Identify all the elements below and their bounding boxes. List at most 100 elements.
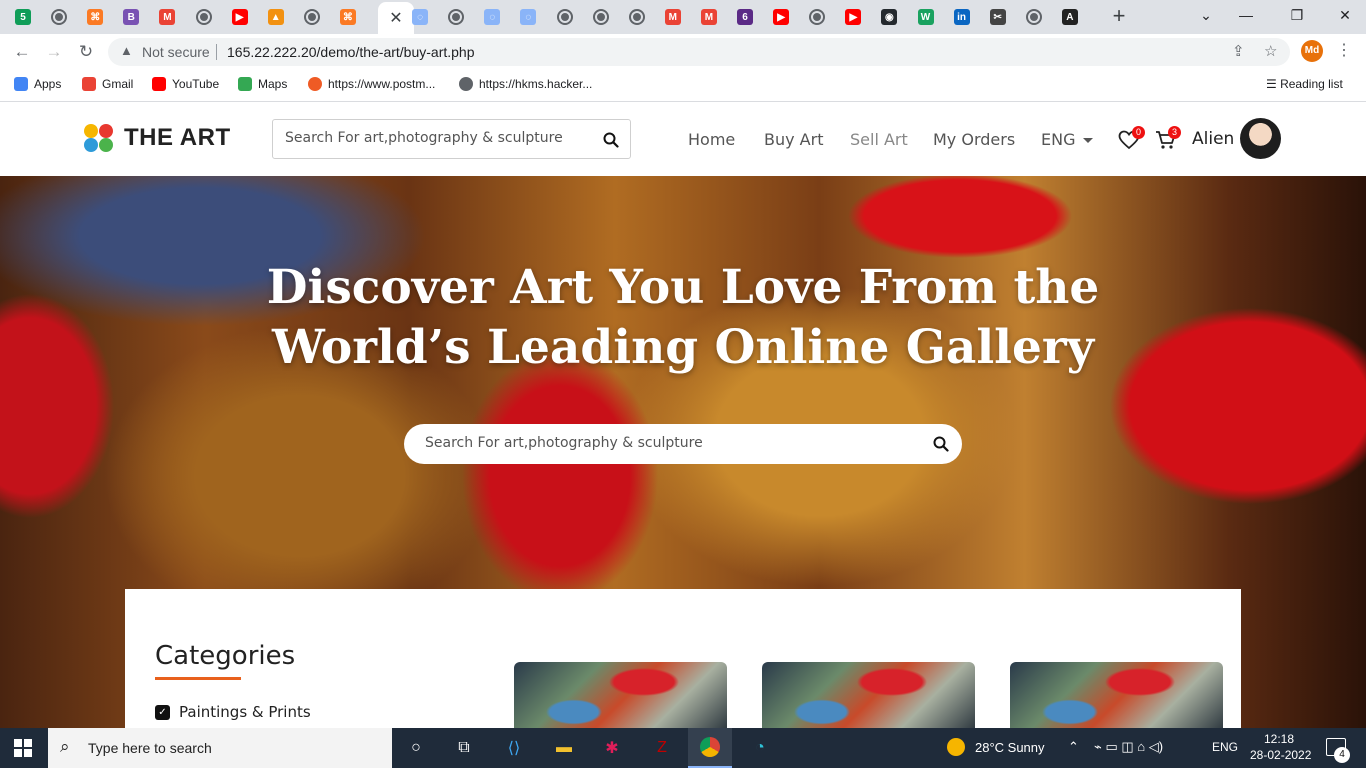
weather-text[interactable]: 28°C Sunny [975,740,1045,755]
file-explorer-icon[interactable]: ▬ [550,734,578,762]
cortana-icon[interactable]: ○ [402,734,430,762]
weather-sun-icon[interactable] [947,738,965,756]
five-badge-icon: 5 [15,9,31,25]
browser-tab[interactable]: M [660,5,686,29]
hero-search-icon[interactable] [933,436,949,452]
browser-tab[interactable]: M [154,5,180,29]
browser-tab[interactable] [443,5,469,29]
gmail-icon: M [664,9,681,25]
bookmark-item[interactable]: https://www.postm... [308,77,435,91]
clock-time[interactable]: 12:18 [1264,732,1294,746]
browser-tab[interactable] [299,5,325,29]
browser-tab[interactable] [552,5,578,29]
browser-tab[interactable] [624,5,650,29]
wishlist-count-badge: 0 [1132,126,1145,139]
globe-icon [51,9,68,25]
tray-icons[interactable]: ⌁ ▭ ◫ ⌂ ◁) [1094,739,1163,755]
close-window-button[interactable]: ✕ [1331,4,1359,26]
hero-title-line-2: World’s Leading Online Gallery [271,320,1095,375]
checkbox-checked-icon[interactable]: ✓ [155,704,170,720]
user-avatar[interactable] [1240,118,1281,159]
artwork-thumbnail[interactable] [514,662,727,728]
address-bar[interactable]: ▲ Not secure 165.22.222.20/demo/the-art/… [108,38,1290,66]
browser-tab[interactable]: ▶ [227,5,253,29]
new-tab-button[interactable]: + [1108,5,1130,28]
browser-tab[interactable]: ◌ [515,5,541,29]
input-language[interactable]: ENG [1212,740,1238,754]
search-icon[interactable] [603,132,619,148]
chevron-up-icon[interactable]: ⌃ [1068,739,1079,755]
browser-tab[interactable]: B [118,5,144,29]
hero-search-input[interactable] [425,435,905,451]
bookmark-item[interactable]: Apps [14,77,61,91]
nav-sell-art-link[interactable]: Sell Art [850,130,908,149]
loading-icon: ◌ [520,9,537,25]
reading-list-button[interactable]: ☰ Reading list [1266,77,1343,91]
more-menu-icon[interactable]: ⋮ [1336,40,1352,60]
browser-tab[interactable]: 5 [10,5,36,29]
reload-icon[interactable]: ↻ [74,40,98,64]
close-icon: ✕ [389,10,403,27]
maps-icon [238,77,252,91]
site-logo[interactable]: THE ART [84,124,231,152]
bookmark-item[interactable]: Gmail [82,77,133,91]
browser-tab[interactable] [1021,5,1047,29]
browser-tab[interactable] [191,5,217,29]
minimize-button[interactable]: — [1232,4,1260,26]
browser-tab[interactable]: ▶ [768,5,794,29]
browser-tab[interactable]: 6 [732,5,758,29]
browser-tab[interactable]: M [696,5,722,29]
categories-heading: Categories [155,641,296,671]
browser-tab[interactable]: ▶ [840,5,866,29]
url-text[interactable]: 165.22.222.20/demo/the-art/buy-art.php [227,44,475,60]
browser-tab[interactable]: in [949,5,975,29]
browser-tab[interactable]: ◌ [407,5,433,29]
tab-search-chevron-icon[interactable]: ⌄ [1192,4,1220,26]
cart-count-badge: 3 [1168,126,1181,139]
windows-start-icon[interactable] [14,739,32,757]
language-dropdown[interactable]: ENG [1041,130,1094,149]
browser-tab[interactable]: ⌘ [335,5,361,29]
category-paintings-prints[interactable]: ✓ Paintings & Prints [155,703,311,721]
browser-tab[interactable] [804,5,830,29]
listing-panel: Categories ✓ Paintings & Prints [125,589,1241,728]
chrome-taskbar-icon[interactable] [688,728,732,768]
browser-tab[interactable]: ▲ [263,5,289,29]
nav-my-orders-link[interactable]: My Orders [933,130,1015,149]
filezilla-icon[interactable]: Z [648,734,676,762]
header-search-input[interactable] [285,130,585,146]
nav-buy-art-link[interactable]: Buy Art [764,130,823,149]
browser-tab[interactable] [46,5,72,29]
share-icon[interactable]: ⇪ [1232,42,1245,60]
back-arrow-icon[interactable]: ← [10,40,34,64]
artwork-thumbnail[interactable] [1010,662,1223,728]
nav-home-link[interactable]: Home [688,130,735,149]
clock-date[interactable]: 28-02-2022 [1250,748,1311,762]
bookmark-star-icon[interactable]: ☆ [1264,42,1277,60]
logo-dots-icon [84,124,114,152]
browser-tab[interactable]: ⌘ [82,5,108,29]
angular-icon: A [1061,9,1078,25]
bookmark-item[interactable]: Maps [238,77,287,91]
browser-tab[interactable]: ◌ [479,5,505,29]
browser-tab[interactable]: ✂ [985,5,1011,29]
xampp-icon: ⌘ [87,9,104,25]
windows-taskbar: ⌕ Type here to search ○ ⧉ ⟨⟩ ▬ ✱ Z ◔ 28°… [0,728,1366,768]
bookmark-item[interactable]: YouTube [152,77,219,91]
maximize-button[interactable]: ❐ [1283,4,1311,26]
edge-icon[interactable]: ◔ [746,734,774,762]
chrome-icon [700,737,720,757]
forward-arrow-icon[interactable]: → [42,40,66,64]
browser-tab[interactable] [588,5,614,29]
vscode-icon[interactable]: ⟨⟩ [500,734,528,762]
artwork-thumbnail[interactable] [762,662,975,728]
taskbar-search-box[interactable]: ⌕ Type here to search [48,728,392,768]
profile-avatar[interactable]: Md [1301,40,1323,62]
username-label[interactable]: Alien [1192,129,1234,149]
browser-tab[interactable]: ◉ [876,5,902,29]
slack-icon[interactable]: ✱ [598,734,626,762]
browser-tab[interactable]: W [913,5,939,29]
task-view-icon[interactable]: ⧉ [450,734,478,762]
bookmark-item[interactable]: https://hkms.hacker... [459,77,592,91]
browser-tab[interactable]: A [1057,5,1083,29]
